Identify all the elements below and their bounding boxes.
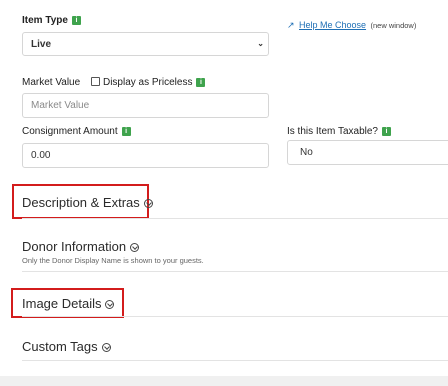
info-icon[interactable]: i xyxy=(381,127,391,136)
divider xyxy=(22,316,448,317)
chevron-circle-icon xyxy=(143,199,153,208)
consignment-amount-input[interactable]: 0.00 xyxy=(22,143,269,168)
item-type-value: Live xyxy=(31,38,52,50)
info-icon[interactable]: i xyxy=(196,78,206,87)
section-custom-tags[interactable]: Custom Tags xyxy=(22,339,111,354)
item-form-card: Item Type i Live ⌄ ↗ Help Me Choose (new … xyxy=(0,0,448,376)
section-image-details[interactable]: Image Details xyxy=(22,296,115,311)
taxable-select[interactable]: No xyxy=(287,140,448,165)
item-type-label-text: Item Type xyxy=(22,15,68,26)
market-value-row: Market Value Display as Priceless i xyxy=(22,77,206,88)
section-donor-information[interactable]: Donor Information xyxy=(22,239,140,254)
section-description-extras[interactable]: Description & Extras xyxy=(22,195,153,210)
market-value-input[interactable]: Market Value xyxy=(22,93,269,118)
market-value-placeholder: Market Value xyxy=(31,100,90,111)
taxable-label: Is this Item Taxable? i xyxy=(287,126,391,137)
section-image-label: Image Details xyxy=(22,296,102,311)
divider xyxy=(22,218,448,219)
external-link-icon: ↗ xyxy=(287,20,295,30)
section-description-label: Description & Extras xyxy=(22,195,140,210)
item-type-label: Item Type i xyxy=(22,15,81,26)
taxable-label-text: Is this Item Taxable? xyxy=(287,126,378,137)
divider xyxy=(22,360,448,361)
checkbox-box[interactable] xyxy=(90,77,100,86)
display-priceless-checkbox[interactable]: Display as Priceless xyxy=(90,77,193,88)
display-priceless-label: Display as Priceless xyxy=(102,77,193,88)
section-custom-tags-label: Custom Tags xyxy=(22,339,98,354)
new-window-note: (new window) xyxy=(370,21,417,30)
info-icon[interactable]: i xyxy=(71,16,81,25)
divider xyxy=(22,271,448,272)
taxable-value: No xyxy=(300,147,313,158)
info-icon[interactable]: i xyxy=(121,127,131,136)
chevron-circle-icon xyxy=(101,343,111,352)
chevron-circle-icon xyxy=(105,300,115,309)
section-donor-label: Donor Information xyxy=(22,239,127,254)
market-value-label: Market Value xyxy=(22,77,81,88)
help-me-choose: ↗ Help Me Choose (new window) xyxy=(287,15,416,33)
help-me-choose-link[interactable]: Help Me Choose xyxy=(299,20,366,30)
consignment-amount-label: Consignment Amount i xyxy=(22,126,131,137)
chevron-down-icon: ⌄ xyxy=(257,39,264,49)
chevron-circle-icon xyxy=(130,243,140,252)
item-type-select[interactable]: Live ⌄ xyxy=(22,32,269,56)
donor-note: Only the Donor Display Name is shown to … xyxy=(22,256,204,265)
consignment-label-text: Consignment Amount xyxy=(22,126,118,137)
consignment-value: 0.00 xyxy=(31,150,51,161)
